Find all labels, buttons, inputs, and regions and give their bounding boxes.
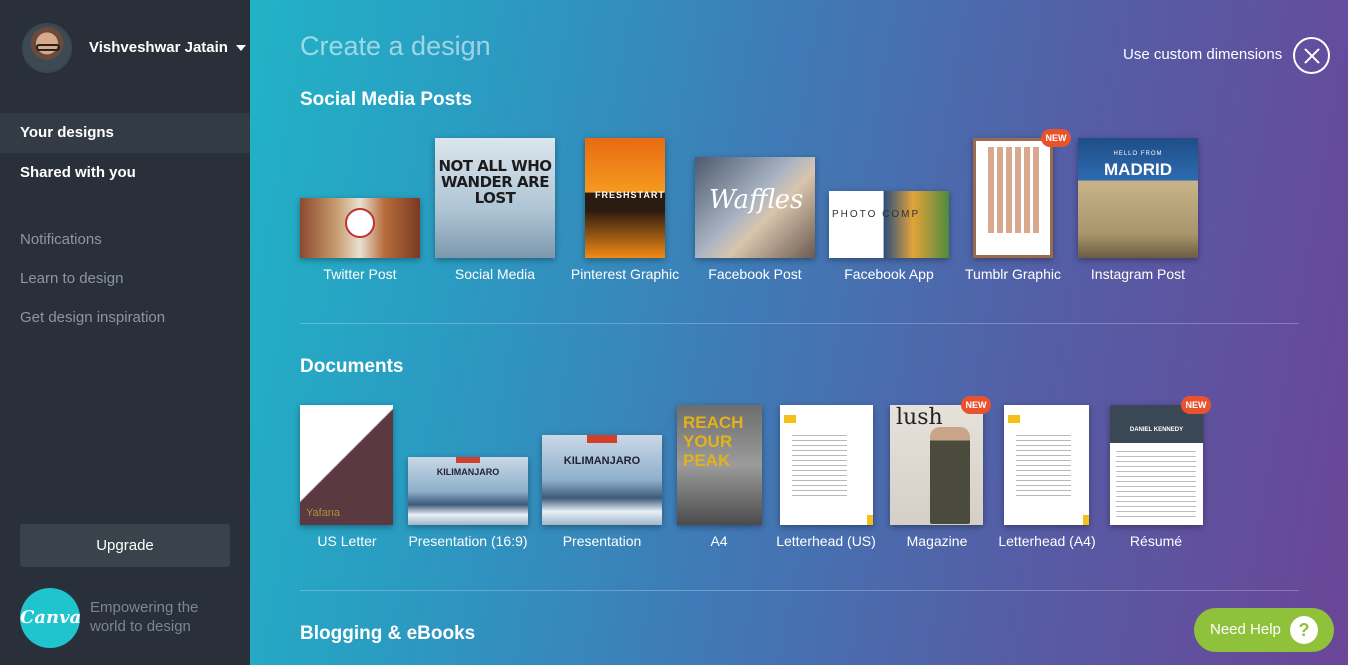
user-menu[interactable]: Vishveshwar Jatain xyxy=(89,39,246,56)
close-icon[interactable] xyxy=(1293,37,1330,74)
tile-label: Letterhead (US) xyxy=(776,533,876,549)
avatar-glasses xyxy=(36,44,60,51)
secondary-nav: Notifications Learn to design Get design… xyxy=(0,220,250,337)
canva-logo[interactable]: Canva xyxy=(20,588,81,648)
letterhead-a4-thumbnail xyxy=(1004,405,1089,525)
tile-label: Facebook Post xyxy=(708,266,802,282)
tile-label: US Letter xyxy=(317,533,377,549)
text-lines xyxy=(792,435,847,500)
corner-mark xyxy=(1083,515,1089,525)
brand-tagline: Empowering the world to design xyxy=(90,599,199,635)
section-title-documents: Documents xyxy=(300,356,404,377)
section-divider xyxy=(300,590,1299,591)
a4-thumbnail: REACH YOUR PEAK xyxy=(677,405,762,525)
thumbnail-text: REACH YOUR PEAK xyxy=(683,413,744,470)
resume-thumbnail: DANIEL KENNEDY xyxy=(1110,405,1203,525)
thumbnail-text: Yafana xyxy=(306,507,341,519)
tile-label: Facebook App xyxy=(844,266,934,282)
nav-design-inspiration[interactable]: Get design inspiration xyxy=(0,298,250,337)
need-help-button[interactable]: Need Help ? xyxy=(1194,608,1334,652)
user-name: Vishveshwar Jatain xyxy=(89,39,228,56)
logo-mark xyxy=(1008,415,1020,423)
tile-label: Tumblr Graphic xyxy=(965,266,1061,282)
sidebar: Vishveshwar Jatain Your designs Shared w… xyxy=(0,0,262,665)
facebook-post-thumbnail: Waffles xyxy=(695,157,815,258)
chevron-down-icon xyxy=(235,44,246,51)
tile-label: Pinterest Graphic xyxy=(570,266,680,282)
thumbnail-text: NOT ALL WHO WANDER ARE LOST xyxy=(438,157,552,207)
thumbnail-text: KILIMANJARO xyxy=(563,455,641,467)
tumblr-thumbnail xyxy=(973,138,1053,258)
magazine-thumbnail: lush xyxy=(890,405,983,525)
instagram-thumbnail: HELLO FROM MADRID xyxy=(1078,138,1198,258)
us-letter-thumbnail: Yafana xyxy=(300,405,393,525)
nav-learn-to-design[interactable]: Learn to design xyxy=(0,259,250,298)
primary-nav: Your designs Shared with you xyxy=(0,113,262,193)
tile-label: Social Media xyxy=(454,266,536,282)
tile-label: Résumé xyxy=(1129,533,1183,549)
question-icon: ? xyxy=(1290,616,1318,644)
corner-mark xyxy=(867,515,873,525)
custom-dimensions-link[interactable]: Use custom dimensions xyxy=(1123,46,1282,63)
thumbnail-text: PHOTO COMP xyxy=(832,209,921,220)
facebook-app-thumbnail: PHOTO COMP xyxy=(829,191,949,258)
ribbon-graphic xyxy=(456,457,480,463)
twitter-post-thumbnail xyxy=(300,198,420,258)
pinterest-thumbnail: FRESHSTART xyxy=(585,138,665,258)
thumbnail-text: lush xyxy=(896,405,943,430)
tile-label: Presentation xyxy=(562,533,642,549)
tile-label: Instagram Post xyxy=(1090,266,1186,282)
upgrade-button[interactable]: Upgrade xyxy=(20,524,230,567)
need-help-label: Need Help xyxy=(1210,621,1281,638)
tile-label: Magazine xyxy=(906,533,968,549)
thumbnail-text: MADRID xyxy=(1104,160,1172,179)
tile-label: Letterhead (A4) xyxy=(998,533,1096,549)
new-badge: NEW xyxy=(1041,129,1071,147)
presentation-thumbnail: KILIMANJARO xyxy=(542,435,662,525)
tile-label: Twitter Post xyxy=(323,266,397,282)
text-lines xyxy=(1116,451,1196,519)
thumbnail-text: DANIEL KENNEDY xyxy=(1129,427,1184,433)
main-content: Create a design Use custom dimensions So… xyxy=(250,0,1348,665)
presentation-169-thumbnail: KILIMANJARO xyxy=(408,457,528,525)
ribbon-graphic xyxy=(587,435,617,443)
section-divider xyxy=(300,323,1299,324)
page-title: Create a design xyxy=(300,31,491,61)
letterhead-us-thumbnail xyxy=(780,405,873,525)
new-badge: NEW xyxy=(961,396,991,414)
nav-notifications[interactable]: Notifications xyxy=(0,220,250,259)
section-title-social: Social Media Posts xyxy=(300,89,473,110)
section-title-blogging: Blogging & eBooks xyxy=(300,623,476,644)
text-lines xyxy=(1016,435,1071,500)
thumbnail-text: KILIMANJARO xyxy=(436,467,500,477)
model-graphic xyxy=(930,427,970,524)
logo-mark xyxy=(784,415,796,423)
thumbnail-text: FRESHSTART xyxy=(595,190,665,200)
new-badge: NEW xyxy=(1181,396,1211,414)
seal-graphic xyxy=(345,208,375,238)
nav-shared-with-you[interactable]: Shared with you xyxy=(0,153,250,193)
face-graphic xyxy=(988,147,1040,233)
user-avatar[interactable] xyxy=(22,23,72,73)
thumbnail-text: Waffles xyxy=(709,185,804,215)
nav-your-designs[interactable]: Your designs xyxy=(0,113,262,153)
tile-label: A4 xyxy=(710,533,728,549)
social-media-thumbnail: NOT ALL WHO WANDER ARE LOST xyxy=(435,138,555,258)
thumbnail-subtext: HELLO FROM xyxy=(1113,151,1163,157)
tile-label: Presentation (16:9) xyxy=(408,533,528,549)
